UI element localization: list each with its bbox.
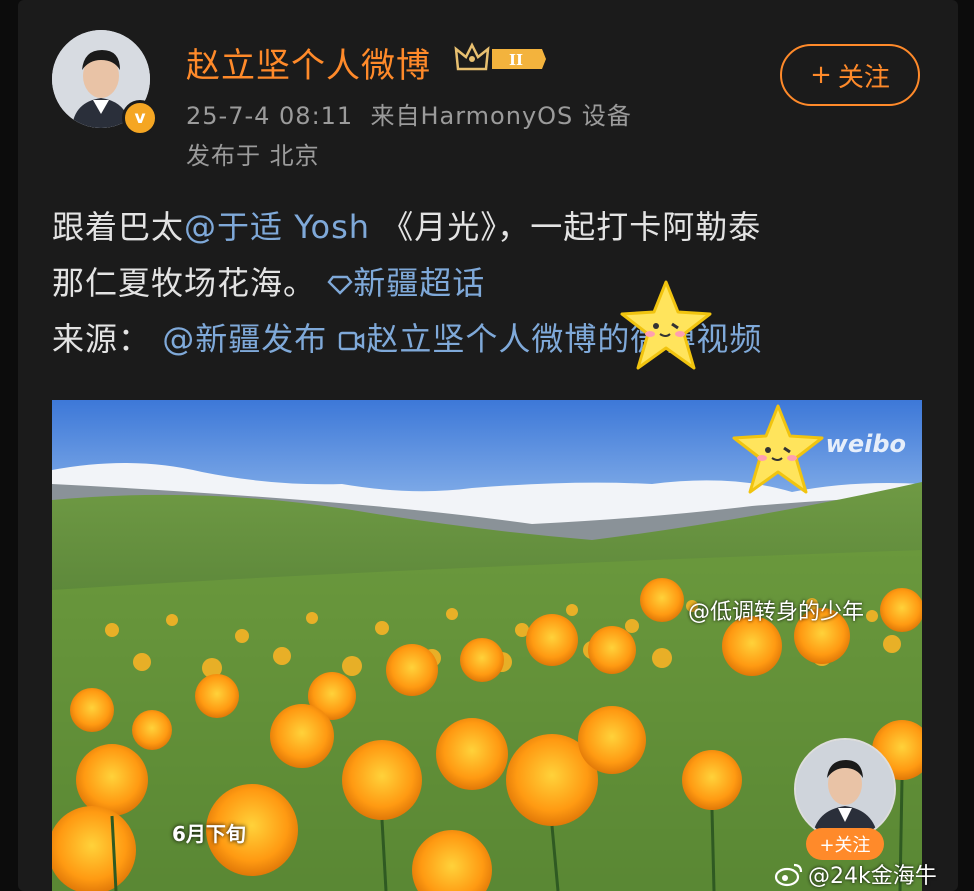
footer-watermark-text: @24k金海牛 <box>808 864 937 889</box>
video-icon <box>339 331 365 351</box>
plus-icon: + <box>810 60 832 90</box>
level-badge-label: II <box>509 51 523 69</box>
footer-watermark: @24k金海牛 <box>774 858 937 890</box>
topic-label: 新疆超话 <box>353 264 486 302</box>
vip-crown-icon[interactable]: II <box>454 41 548 77</box>
author-name[interactable]: 赵立坚个人微博 <box>186 38 431 87</box>
mention-link[interactable]: @于适 Yosh <box>184 208 370 246</box>
date-caption: 6月下旬 <box>172 822 246 846</box>
weibo-post-card: v 赵立坚个人微博 II 25-7-4 08:11 来自HarmonyOS 设备… <box>18 0 958 891</box>
presenter-follow-button[interactable]: +关注 <box>806 828 884 860</box>
verified-badge-icon: v <box>122 100 158 136</box>
post-text-line-1: 跟着巴太@于适 Yosh 《月光》，一起打卡阿勒泰 <box>52 208 762 246</box>
post-meta-line: 25-7-4 08:11 来自HarmonyOS 设备 <box>186 96 632 131</box>
presenter-avatar[interactable] <box>794 738 896 840</box>
weibo-logo-watermark: weibo <box>825 430 906 458</box>
post-location: 发布于 北京 <box>186 142 320 170</box>
video-thumbnail[interactable]: weibo @低调转身的少年 6月下旬 +关注 <box>52 400 922 891</box>
follow-label: 关注 <box>837 62 890 93</box>
topic-link[interactable]: 新疆超话 <box>327 264 485 302</box>
source-mention-link[interactable]: @新疆发布 <box>162 320 327 358</box>
star-sticker-icon-2 <box>732 404 824 494</box>
star-sticker-icon <box>620 280 712 370</box>
weibo-icon <box>774 863 803 887</box>
post-device[interactable]: HarmonyOS 设备 <box>420 102 631 130</box>
diamond-icon <box>327 275 353 295</box>
post-timestamp: 25-7-4 08:11 <box>186 102 354 130</box>
follow-button[interactable]: + 关注 <box>780 44 920 106</box>
post-source-label: 来自 <box>370 102 421 130</box>
post-text-line-2: 那仁夏牧场花海。 新疆超话 <box>52 264 486 302</box>
user-watermark: @低调转身的少年 <box>688 600 865 625</box>
